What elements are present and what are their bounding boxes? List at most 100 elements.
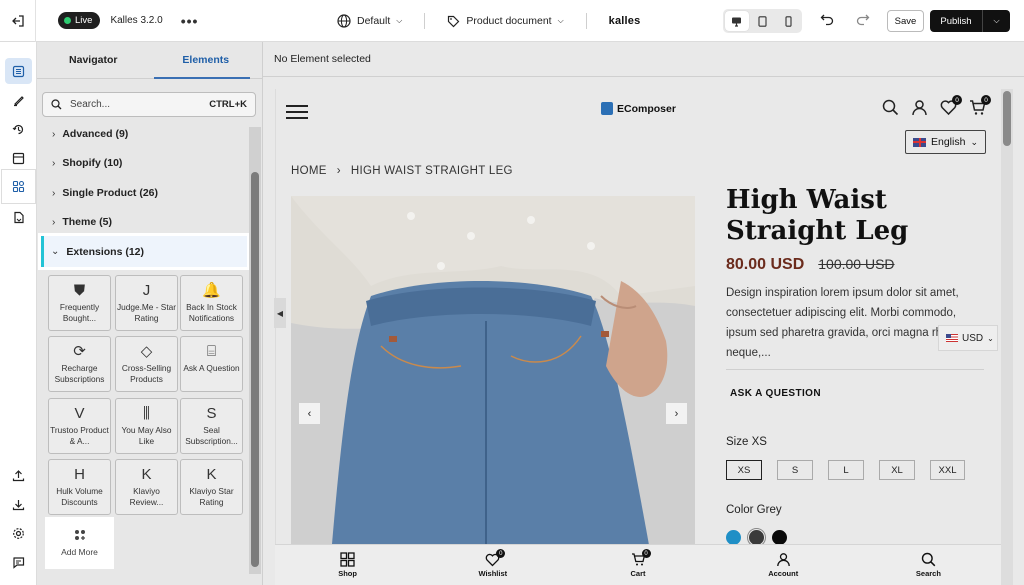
- category-shopify[interactable]: › Shopify (10): [42, 153, 247, 173]
- size-option-xxl[interactable]: XXL: [930, 460, 965, 480]
- scrollbar-thumb[interactable]: [1003, 91, 1011, 146]
- uk-flag-icon: [913, 137, 926, 147]
- extension-tile[interactable]: K Klaviyo Star Rating: [180, 459, 243, 515]
- add-apps-icon: [74, 530, 85, 540]
- ask-question-link[interactable]: ASK A QUESTION: [730, 388, 821, 399]
- bell-icon: 🔔: [202, 281, 221, 299]
- scrollbar-thumb[interactable]: [251, 172, 259, 567]
- rail-chat-button[interactable]: [5, 549, 32, 575]
- cart-count-badge: 0: [981, 95, 991, 105]
- category-single-product[interactable]: › Single Product (26): [42, 183, 247, 203]
- image-next-button[interactable]: ›: [666, 403, 687, 424]
- category-label: Theme (5): [62, 216, 112, 228]
- shield-icon: ⛊: [73, 281, 86, 299]
- rail-style-button[interactable]: [5, 87, 32, 113]
- header-search-button[interactable]: [882, 99, 899, 117]
- extension-tile[interactable]: K Klaviyo Review...: [115, 459, 178, 515]
- publish-options-button[interactable]: ⌵: [982, 10, 1010, 32]
- extension-tile[interactable]: ⫼ You May Also Like: [115, 398, 178, 454]
- bottom-nav-account[interactable]: Account: [711, 545, 856, 585]
- category-advanced[interactable]: › Advanced (9): [42, 124, 247, 144]
- preview-scrollbar[interactable]: [1001, 89, 1013, 585]
- category-theme[interactable]: › Theme (5): [42, 212, 247, 232]
- header-cart-button[interactable]: 0: [969, 95, 991, 117]
- element-search-input[interactable]: Search... CTRL+K: [42, 92, 256, 117]
- chevron-right-icon: ›: [674, 407, 679, 420]
- extension-tile[interactable]: V Trustoo Product & A...: [48, 398, 111, 454]
- extension-tile[interactable]: 🔔 Back In Stock Notifications: [180, 275, 243, 331]
- desktop-view-button[interactable]: [725, 11, 749, 31]
- rail-elements-button[interactable]: [2, 170, 35, 203]
- bottom-nav-label: Wishlist: [478, 569, 508, 578]
- topbar-center: Default ⌵ Product document ⌵ kalles: [337, 0, 640, 42]
- tablet-view-button[interactable]: [751, 11, 775, 31]
- logo-text: EComposer: [617, 102, 676, 115]
- color-swatch-black[interactable]: [772, 530, 787, 545]
- box-icon: [12, 152, 25, 164]
- extension-tile[interactable]: S Seal Subscription...: [180, 398, 243, 454]
- redo-button[interactable]: [856, 12, 870, 29]
- exit-button[interactable]: [0, 0, 36, 42]
- store-brand-logo: kalles: [608, 15, 641, 27]
- rail-export-button[interactable]: [5, 491, 32, 517]
- size-option-s[interactable]: S: [777, 460, 813, 480]
- panel-scrollbar[interactable]: [249, 127, 261, 574]
- canvas-status-bar: No Element selected: [263, 42, 1024, 77]
- color-swatch-grey[interactable]: [749, 530, 764, 545]
- save-button[interactable]: Save: [887, 10, 924, 32]
- rail-settings-button[interactable]: [5, 520, 32, 546]
- rail-pages-button[interactable]: [5, 204, 32, 230]
- extension-tile-label: You May Also Like: [121, 425, 172, 446]
- collapse-panel-button[interactable]: ◀: [274, 298, 286, 328]
- globe-icon: [337, 14, 351, 28]
- bottom-nav-cart[interactable]: 0 Cart: [565, 545, 710, 585]
- language-dropdown[interactable]: Default ⌵: [337, 14, 402, 28]
- breadcrumb: HOME › HIGH WAIST STRAIGHT LEG: [291, 165, 513, 177]
- extension-tile[interactable]: J Judge.Me - Star Rating: [115, 275, 178, 331]
- rail-layers-button[interactable]: [5, 58, 32, 84]
- rail-import-button[interactable]: [5, 462, 32, 488]
- size-option-xs[interactable]: XS: [726, 460, 762, 480]
- size-option-l[interactable]: L: [828, 460, 864, 480]
- page-dropdown[interactable]: Product document ⌵: [447, 15, 564, 28]
- bottom-nav-search[interactable]: Search: [856, 545, 1001, 585]
- size-option-xl[interactable]: XL: [879, 460, 915, 480]
- add-more-button[interactable]: Add More: [45, 517, 114, 569]
- bottom-nav-shop[interactable]: Shop: [275, 545, 420, 585]
- extension-tile[interactable]: ⌸ Ask A Question: [180, 336, 243, 392]
- upload-icon: [12, 469, 25, 481]
- menu-button[interactable]: [286, 105, 308, 123]
- chevron-left-icon: ‹: [307, 407, 312, 420]
- brush-icon: [14, 95, 24, 106]
- extension-tile[interactable]: ◇ Cross-Selling Products: [115, 336, 178, 392]
- tab-navigator[interactable]: Navigator: [37, 42, 150, 78]
- chevron-right-icon: ›: [52, 157, 56, 169]
- rail-sections-button[interactable]: [5, 145, 32, 171]
- extension-tile[interactable]: ⟳ Recharge Subscriptions: [48, 336, 111, 392]
- tab-elements[interactable]: Elements: [150, 42, 263, 79]
- publish-button[interactable]: Publish ⌵: [930, 10, 1010, 32]
- preview-gutter: [1013, 89, 1024, 585]
- header-account-button[interactable]: [911, 99, 928, 117]
- extension-tile[interactable]: H Hulk Volume Discounts: [48, 459, 111, 515]
- extension-tile[interactable]: ⛊ Frequently Bought...: [48, 275, 111, 331]
- mobile-view-button[interactable]: [776, 11, 800, 31]
- search-placeholder: Search...: [70, 99, 111, 110]
- bottom-nav-wishlist[interactable]: 0 Wishlist: [420, 545, 565, 585]
- product-description: Design inspiration lorem ipsum dolor sit…: [726, 287, 973, 359]
- more-options-button[interactable]: •••: [181, 13, 199, 29]
- color-swatch-blue[interactable]: [726, 530, 741, 545]
- undo-button[interactable]: [820, 12, 834, 29]
- store-logo[interactable]: EComposer: [601, 102, 676, 115]
- device-switcher: [723, 9, 802, 33]
- header-wishlist-button[interactable]: 0: [940, 95, 962, 117]
- carousel-icon: ⫼: [143, 404, 150, 422]
- language-selector[interactable]: English ⌄: [905, 130, 986, 154]
- currency-selector[interactable]: USD ⌄: [938, 325, 998, 351]
- category-extensions[interactable]: ⌄ Extensions (12): [40, 235, 248, 268]
- seal-icon: S: [206, 404, 217, 422]
- mobile-icon: [785, 15, 792, 27]
- rail-history-button[interactable]: [5, 116, 32, 142]
- breadcrumb-home[interactable]: HOME: [291, 165, 327, 177]
- image-prev-button[interactable]: ‹: [299, 403, 320, 424]
